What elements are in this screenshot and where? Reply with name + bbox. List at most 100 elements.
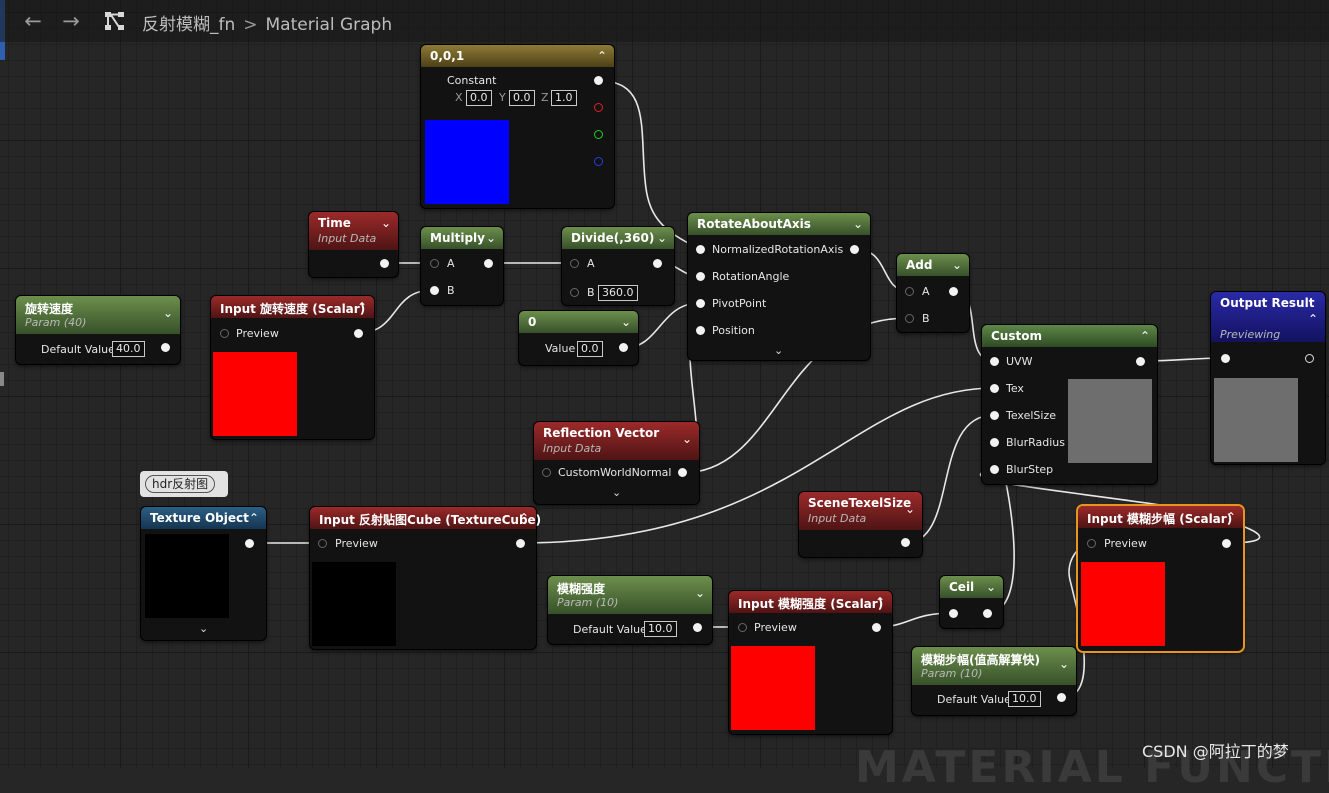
input-pin-b[interactable] [430,286,439,295]
output-pin[interactable] [245,539,254,548]
expand-chevron-icon[interactable]: ⌄ [853,217,863,231]
expand-chevron-icon[interactable]: ⌄ [1059,657,1069,671]
input-pin-blurradius[interactable] [990,438,999,447]
input-pin-b[interactable] [905,314,914,323]
node-add[interactable]: Add ⌄ A B [897,254,969,332]
node-time[interactable]: Time Input Data ⌄ [309,212,398,277]
node-scene-texel-size[interactable]: SceneTexelSize Input Data ⌄ [799,492,922,557]
node-rotate-about-axis[interactable]: RotateAboutAxis ⌄ NormalizedRotationAxis … [688,213,870,360]
collapse-chevron-icon[interactable]: ⌃ [249,511,259,525]
pin-label: RotationAngle [712,270,790,283]
collapse-chevron-icon[interactable]: ⌃ [597,49,607,63]
input-pin-preview[interactable] [318,539,327,548]
output-pin[interactable] [594,76,603,85]
node-rotation-speed-param[interactable]: 旋转速度 Param (40) ⌄ Default Value 40.0 [16,296,180,364]
x-input[interactable]: 0.0 [466,90,492,106]
input-pin-pivot-point[interactable] [696,299,705,308]
output-pin[interactable] [901,538,910,547]
node-reflection-vector[interactable]: Reflection Vector Input Data ⌄ CustomWorld… [534,422,699,504]
r-pin[interactable] [594,103,603,112]
z-input[interactable]: 1.0 [551,90,577,106]
output-pin[interactable] [1136,357,1145,366]
expand-chevron-icon[interactable]: ⌄ [905,502,915,516]
input-pin-tex[interactable] [990,384,999,393]
default-value-input[interactable]: 10.0 [644,621,677,637]
node-divide[interactable]: Divide(,360) ⌄ A B 360.0 [562,227,674,305]
input-pin[interactable] [949,609,958,618]
default-value-label: Default Value [41,343,115,356]
output-pin[interactable] [354,329,363,338]
input-pin-position[interactable] [696,326,705,335]
node-custom[interactable]: Custom ⌃ UVW Tex TexelSize BlurRadius Blu… [982,325,1157,484]
input-pin-preview[interactable] [1087,539,1096,548]
output-pin[interactable] [983,609,992,618]
output-pin[interactable] [1305,354,1314,363]
output-pin[interactable] [380,259,389,268]
collapse-chevron-icon[interactable]: ⌃ [1140,329,1150,343]
value-input[interactable]: 0.0 [577,341,603,357]
input-pin-normalized-axis[interactable] [696,245,705,254]
expand-chevron-icon[interactable]: ⌄ [621,315,631,329]
output-pin[interactable] [1057,693,1066,702]
expand-chevron-icon[interactable]: ⌄ [381,216,391,230]
input-pin-preview[interactable] [220,329,229,338]
node-input-blur-step[interactable]: Input 模糊步幅 (Scalar) ⌃ Preview [1078,506,1243,651]
node-input-reflection-cube[interactable]: Input 反射贴图Cube (TextureCube) ⌃ Preview [310,507,541,649]
output-pin[interactable] [693,623,702,632]
y-input[interactable]: 0.0 [509,90,535,106]
expand-chevron-icon[interactable]: ⌄ [199,622,208,635]
comment-bubble[interactable]: hdr反射图 [140,471,228,497]
expand-chevron-icon[interactable]: ⌄ [657,231,667,245]
node-texture-object[interactable]: Texture Object ⌃ ⌄ [141,507,266,640]
node-multiply[interactable]: Multiply ⌄ A B [421,227,503,305]
b-value-input[interactable]: 360.0 [598,285,638,301]
input-pin-custom-world-normal[interactable] [542,468,551,477]
output-pin[interactable] [872,623,881,632]
node-constant3[interactable]: 0,0,1 ⌃ Constant X 0.0 Y 0.0 Z 1.0 [421,45,614,208]
input-pin-rotation-angle[interactable] [696,272,705,281]
expand-chevron-icon[interactable]: ⌄ [952,258,962,272]
output-pin[interactable] [678,468,687,477]
collapse-chevron-icon[interactable]: ⌃ [357,300,367,314]
node-blur-strength-param[interactable]: 模糊强度 Param (10) ⌄ Default Value 10.0 [548,576,712,644]
input-pin-preview[interactable] [738,623,747,632]
output-pin[interactable] [653,259,662,268]
node-ceil[interactable]: Ceil ⌄ [940,576,1003,628]
expand-chevron-icon[interactable]: ⌄ [695,586,705,600]
collapse-chevron-icon[interactable]: ⌃ [1226,510,1236,524]
expand-chevron-icon[interactable]: ⌄ [612,486,621,499]
input-pin-a[interactable] [430,259,439,268]
output-pin[interactable] [1222,539,1231,548]
output-pin[interactable] [949,287,958,296]
node-title: Input 反射贴图Cube (TextureCube) [319,513,542,527]
input-pin-a[interactable] [570,259,579,268]
g-pin[interactable] [594,130,603,139]
collapse-chevron-icon[interactable]: ⌃ [1308,312,1318,326]
expand-chevron-icon[interactable]: ⌄ [682,432,692,446]
input-pin-b[interactable] [570,288,579,297]
collapse-chevron-icon[interactable]: ⌃ [875,595,885,609]
input-pin-blurstep[interactable] [990,465,999,474]
node-input-rotation-speed[interactable]: Input 旋转速度 (Scalar) ⌃ Preview [211,296,374,439]
expand-chevron-icon[interactable]: ⌄ [163,306,173,320]
collapse-chevron-icon[interactable]: ⌃ [519,511,529,525]
expand-chevron-icon[interactable]: ⌄ [486,231,496,245]
node-input-blur-strength[interactable]: Input 模糊强度 (Scalar) ⌃ Preview [729,591,892,734]
expand-chevron-icon[interactable]: ⌄ [774,344,783,357]
default-value-input[interactable]: 10.0 [1008,691,1041,707]
node-zero-constant[interactable]: 0 ⌄ Value 0.0 [519,311,638,365]
b-pin[interactable] [594,157,603,166]
input-pin-uvw[interactable] [990,357,999,366]
node-blur-step-param[interactable]: 模糊步幅(值高解算快) Param (10) ⌄ Default Value 10.… [912,647,1076,715]
input-pin-a[interactable] [905,287,914,296]
output-pin[interactable] [619,343,628,352]
output-pin[interactable] [516,539,525,548]
expand-chevron-icon[interactable]: ⌄ [986,580,996,594]
node-output-result[interactable]: Output Result Previewing ⌃ [1211,292,1325,464]
output-pin[interactable] [484,259,493,268]
input-pin[interactable] [1221,354,1230,363]
output-pin[interactable] [161,343,170,352]
output-pin[interactable] [850,245,859,254]
default-value-input[interactable]: 40.0 [112,341,145,357]
input-pin-texelsize[interactable] [990,411,999,420]
